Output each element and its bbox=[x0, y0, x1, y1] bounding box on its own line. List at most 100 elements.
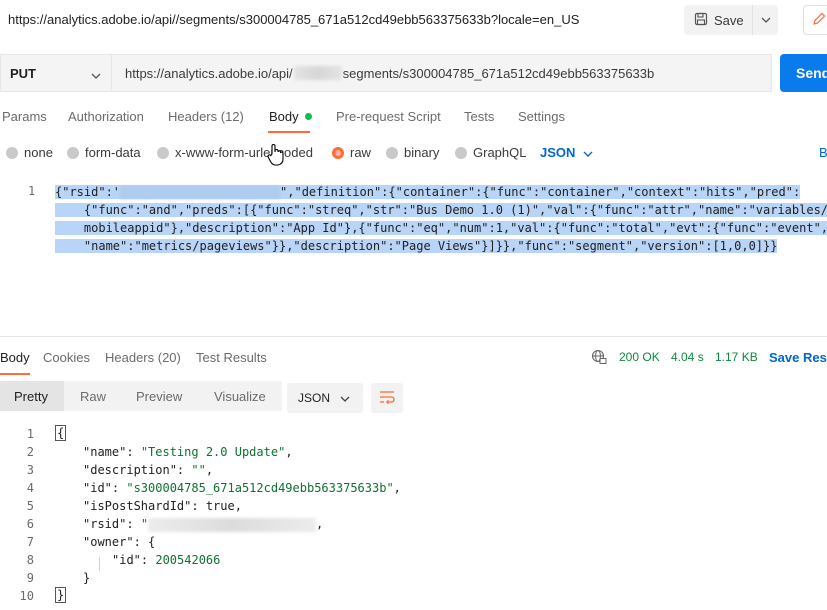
json-sep: : bbox=[133, 535, 149, 549]
json-sep: : bbox=[191, 499, 206, 513]
json-key: "rsid" bbox=[83, 517, 127, 531]
tab-body[interactable]: Body bbox=[269, 109, 312, 124]
json-value: true bbox=[205, 499, 235, 513]
editor-line-1: {"rsid":' ","definition":{"container":{"f… bbox=[55, 183, 801, 201]
json-tail: , bbox=[285, 445, 293, 459]
code-line-6: "rsid": ", bbox=[83, 515, 323, 533]
editor-line-2: {"func":"and","preds":[{"func":"streq","… bbox=[55, 201, 827, 219]
tab-params[interactable]: Params bbox=[2, 109, 47, 124]
pencil-icon bbox=[812, 12, 826, 29]
radio-graphql-label: GraphQL bbox=[473, 145, 527, 160]
editor-line-2-text: {"func":"and","preds":[{"func":"streq","… bbox=[55, 203, 827, 217]
response-tab-cookies[interactable]: Cookies bbox=[43, 350, 90, 365]
response-format-select[interactable]: JSON bbox=[287, 383, 363, 413]
json-value: { bbox=[148, 535, 156, 549]
radio-form-data[interactable]: form-data bbox=[67, 145, 141, 160]
response-view-tabs: Pretty Raw Preview Visualize bbox=[0, 381, 282, 411]
line-number: 7 bbox=[26, 535, 34, 549]
save-button[interactable]: Save bbox=[684, 5, 752, 35]
line-number: 8 bbox=[26, 553, 34, 567]
hand-cursor-icon bbox=[266, 143, 286, 170]
status-code[interactable]: 200 OK bbox=[619, 350, 660, 364]
request-title-url: https://analytics.adobe.io/api//segments… bbox=[8, 12, 580, 27]
editor-line-3: mobileappid"},"description":"App Id"},{"… bbox=[55, 219, 827, 237]
radio-urlencoded-label: x-www-form-urlencoded bbox=[175, 145, 313, 160]
url-suffix: segments/s300004785_671a512cd49ebb563375… bbox=[342, 65, 655, 81]
url-input[interactable]: https://analytics.adobe.io/api/segments/… bbox=[112, 54, 772, 92]
view-tab-pretty[interactable]: Pretty bbox=[0, 381, 64, 411]
code-line-2: "name": "Testing 2.0 Update", bbox=[83, 443, 293, 461]
line-number: 10 bbox=[19, 589, 34, 603]
view-tab-raw[interactable]: Raw bbox=[64, 381, 122, 411]
method-select[interactable]: PUT bbox=[0, 54, 112, 92]
radio-none[interactable]: none bbox=[6, 145, 53, 160]
json-sep: : bbox=[126, 445, 141, 459]
redacted-blur bbox=[293, 66, 342, 80]
save-icon bbox=[694, 12, 708, 29]
tab-prerequest-script[interactable]: Pre-request Script bbox=[336, 109, 441, 124]
line-number: 4 bbox=[26, 481, 34, 495]
response-time[interactable]: 4.04 s bbox=[671, 350, 704, 364]
radio-graphql[interactable]: GraphQL bbox=[455, 145, 526, 160]
radio-form-data-label: form-data bbox=[85, 145, 141, 160]
line-number: 5 bbox=[26, 499, 34, 513]
json-tail: , bbox=[393, 481, 401, 495]
save-options-chevron-down-icon[interactable] bbox=[752, 5, 778, 35]
radio-circle bbox=[386, 146, 398, 159]
code-line-5: "isPostShardId": true, bbox=[83, 497, 242, 515]
radio-binary-label: binary bbox=[404, 145, 440, 160]
radio-circle bbox=[67, 146, 79, 159]
send-button[interactable]: Send bbox=[780, 54, 827, 92]
response-tab-headers[interactable]: Headers (20) bbox=[105, 350, 181, 365]
tab-headers[interactable]: Headers (12) bbox=[168, 109, 244, 124]
json-tail: , bbox=[205, 463, 214, 477]
radio-circle bbox=[6, 146, 18, 159]
wrap-lines-button[interactable] bbox=[371, 383, 403, 413]
json-value: " bbox=[140, 517, 149, 531]
globe-icon[interactable] bbox=[591, 349, 607, 368]
tab-authorization[interactable]: Authorization bbox=[68, 109, 144, 124]
response-size[interactable]: 1.17 KB bbox=[715, 350, 758, 364]
code-line-9: } bbox=[83, 571, 91, 585]
json-key: "isPostShardId" bbox=[83, 499, 192, 513]
indent-guide bbox=[99, 557, 100, 571]
json-key: "name" bbox=[83, 445, 127, 459]
radio-urlencoded[interactable]: x-www-form-urlencoded bbox=[157, 145, 313, 160]
json-value: 200542066 bbox=[155, 553, 221, 567]
save-response-button[interactable]: Save Resp bbox=[769, 350, 827, 365]
line-number: 1 bbox=[26, 427, 34, 441]
beautify-link[interactable]: B bbox=[819, 145, 827, 160]
redacted-blur bbox=[120, 186, 281, 199]
code-line-1: { bbox=[55, 425, 67, 441]
view-tab-visualize[interactable]: Visualize bbox=[199, 381, 282, 411]
radio-binary[interactable]: binary bbox=[386, 145, 439, 160]
json-sep: : bbox=[111, 481, 127, 495]
json-key: "id" bbox=[83, 481, 112, 495]
edit-button[interactable] bbox=[803, 5, 827, 35]
json-value: "" bbox=[191, 463, 206, 477]
pane-divider[interactable] bbox=[0, 336, 827, 337]
code-line-10: } bbox=[55, 587, 67, 603]
line-number: 3 bbox=[26, 463, 34, 477]
tab-tests[interactable]: Tests bbox=[464, 109, 494, 124]
code-line-8: "id": 200542066 bbox=[112, 551, 220, 569]
redacted-blur bbox=[148, 517, 317, 532]
tab-settings[interactable]: Settings bbox=[518, 109, 565, 124]
radio-raw[interactable]: raw bbox=[332, 145, 371, 160]
response-tab-test-results[interactable]: Test Results bbox=[196, 350, 267, 365]
editor-line-1a: {"rsid":' bbox=[55, 185, 121, 199]
request-body-editor[interactable]: {"rsid":' ","definition":{"container":{"f… bbox=[0, 180, 827, 270]
code-line-7: "owner": { bbox=[83, 533, 155, 551]
chevron-down-icon bbox=[340, 391, 350, 405]
radio-circle bbox=[157, 146, 169, 159]
response-body-viewer[interactable]: 1 { 2 "name": "Testing 2.0 Update", 3 "d… bbox=[0, 423, 827, 610]
json-tail: , bbox=[316, 517, 324, 531]
body-format-select[interactable]: JSON bbox=[540, 145, 593, 160]
radio-circle bbox=[455, 146, 467, 159]
response-tab-body[interactable]: Body bbox=[0, 350, 30, 365]
view-tab-preview[interactable]: Preview bbox=[122, 381, 199, 411]
json-key: "description" bbox=[83, 463, 177, 477]
body-indicator-dot bbox=[304, 113, 312, 120]
chevron-down-icon bbox=[91, 67, 101, 82]
method-label: PUT bbox=[10, 65, 36, 81]
